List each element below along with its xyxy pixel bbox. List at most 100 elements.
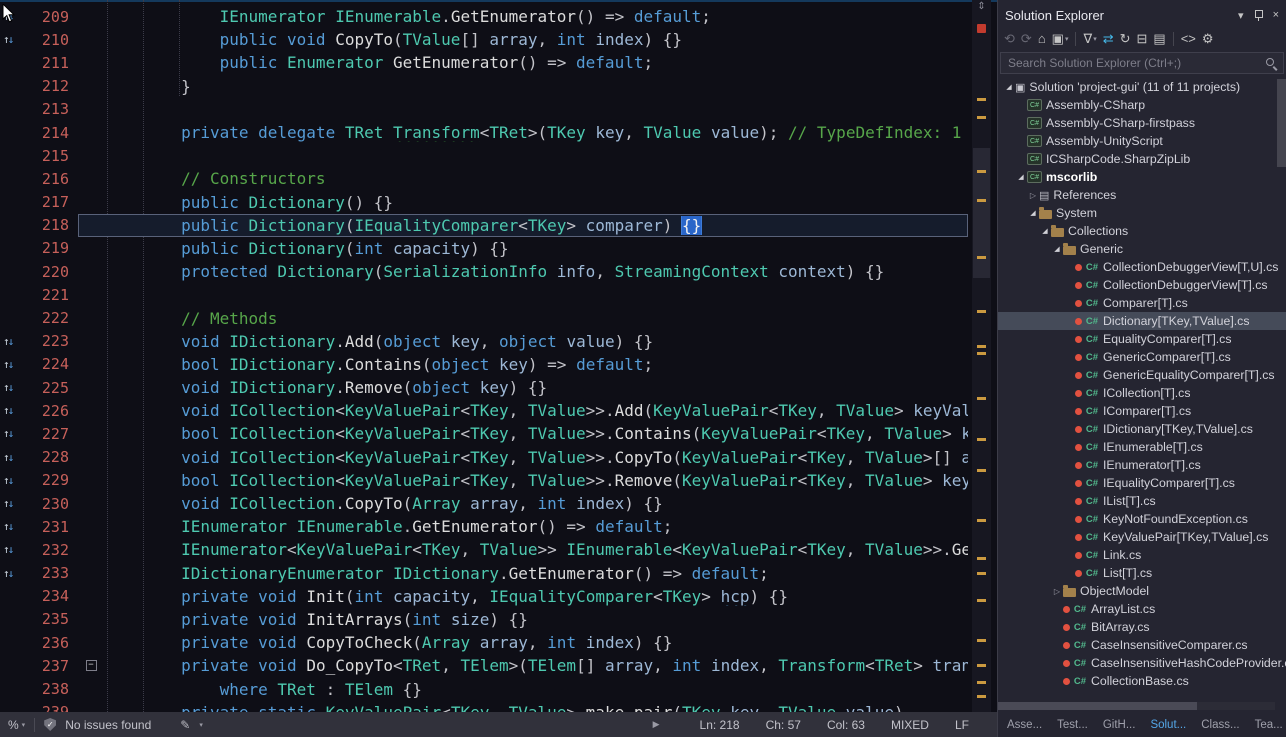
tree-item[interactable]: C#Assembly-UnityScript <box>998 132 1286 150</box>
collapse-arrow-icon[interactable]: ◢ <box>1003 83 1015 91</box>
eol-indicator[interactable]: LF <box>955 718 969 732</box>
implements-interface-icon[interactable]: ↑↓ <box>0 452 26 463</box>
switch-views-icon[interactable]: ▣▾ <box>1049 31 1072 47</box>
tree-item[interactable]: C#Assembly-CSharp-firstpass <box>998 114 1286 132</box>
line-number[interactable]: 221 <box>26 286 78 304</box>
panel-tab-solut[interactable]: Solut... <box>1150 719 1186 731</box>
collapse-arrow-icon[interactable]: ◢ <box>1051 245 1063 253</box>
line-number[interactable]: 212 <box>26 77 78 95</box>
panel-tab-gith[interactable]: GitH... <box>1103 719 1136 731</box>
line-number[interactable]: 229 <box>26 471 78 489</box>
scrollbar-thumb[interactable] <box>998 702 1197 710</box>
implements-interface-icon[interactable]: ↑↓ <box>0 568 26 579</box>
expand-arrow-icon[interactable]: ▷ <box>1027 191 1039 200</box>
search-input[interactable] <box>1006 55 1265 71</box>
tree-item[interactable]: C#IEnumerator[T].cs <box>998 456 1286 474</box>
line-number[interactable]: 228 <box>26 448 78 466</box>
filter-icon[interactable]: ∇▾ <box>1080 31 1099 47</box>
collapse-arrow-icon[interactable]: ◢ <box>1015 173 1027 181</box>
line-number[interactable]: 211 <box>26 54 78 72</box>
auto-hide-pin-icon[interactable] <box>1254 9 1263 22</box>
line-number[interactable]: 226 <box>26 402 78 420</box>
line-number[interactable]: 238 <box>26 680 78 698</box>
search-box[interactable] <box>1000 52 1284 74</box>
tree-item[interactable]: C#Dictionary[TKey,TValue].cs <box>998 312 1286 330</box>
search-icon[interactable] <box>1265 57 1278 70</box>
line-number[interactable]: 210 <box>26 31 78 49</box>
code-line[interactable]: ↑↓227 bool ICollection<KeyValuePair<TKey… <box>0 422 972 445</box>
code-line[interactable]: ↑↓228 void ICollection<KeyValuePair<TKey… <box>0 446 972 469</box>
tree-item[interactable]: C#KeyValuePair[TKey,TValue].cs <box>998 528 1286 546</box>
implements-interface-icon[interactable]: ↑↓ <box>0 475 26 486</box>
implements-interface-icon[interactable]: ↑↓ <box>0 428 26 439</box>
line-number[interactable]: 219 <box>26 239 78 257</box>
indent-mode-indicator[interactable]: MIXED <box>891 718 929 732</box>
caret-right-icon[interactable]: ▶ <box>653 719 660 730</box>
line-number[interactable]: 237 <box>26 657 78 675</box>
code-line[interactable]: 219 public Dictionary(int capacity) {} <box>0 237 972 260</box>
forward-icon[interactable]: ⟳ <box>1018 31 1035 47</box>
line-number[interactable]: 236 <box>26 634 78 652</box>
code-line[interactable]: 211 public Enumerator GetEnumerator() =>… <box>0 51 972 74</box>
line-number[interactable]: 230 <box>26 495 78 513</box>
tree-item[interactable]: ◢▣Solution 'project-gui' (11 of 11 proje… <box>998 78 1286 96</box>
code-line[interactable]: 217 public Dictionary() {} <box>0 191 972 214</box>
collapse-all-icon[interactable]: ⊟ <box>1134 31 1151 47</box>
tree-item[interactable]: C#CollectionBase.cs <box>998 672 1286 690</box>
code-line[interactable]: 218 public Dictionary(IEqualityComparer<… <box>0 214 972 237</box>
tree-vertical-scrollbar[interactable] <box>1277 79 1286 167</box>
line-number[interactable]: 217 <box>26 193 78 211</box>
implements-interface-icon[interactable]: ↑↓ <box>0 336 26 347</box>
code-line[interactable]: 222 // Methods <box>0 306 972 329</box>
refresh-icon[interactable]: ↻ <box>1117 31 1134 47</box>
tree-item[interactable]: C#KeyNotFoundException.cs <box>998 510 1286 528</box>
zoom-control[interactable]: % ▾ <box>8 718 25 732</box>
tree-item[interactable]: C#IComparer[T].cs <box>998 402 1286 420</box>
outlining-margin[interactable]: − <box>78 660 104 671</box>
tree-item[interactable]: ◢C#mscorlib <box>998 168 1286 186</box>
code-line[interactable]: ↑↓232 IEnumerator<KeyValuePair<TKey, TVa… <box>0 538 972 561</box>
column-indicator[interactable]: Col: 63 <box>827 718 865 732</box>
code-line[interactable]: ↑↓209 IEnumerator IEnumerable.GetEnumera… <box>0 5 972 28</box>
line-number[interactable]: 235 <box>26 610 78 628</box>
code-line[interactable]: 215 <box>0 144 972 167</box>
line-number[interactable]: 220 <box>26 263 78 281</box>
line-number[interactable]: 216 <box>26 170 78 188</box>
line-number[interactable]: 209 <box>26 8 78 26</box>
char-indicator[interactable]: Ch: 57 <box>766 718 801 732</box>
code-line[interactable]: ↑↓226 void ICollection<KeyValuePair<TKey… <box>0 399 972 422</box>
tree-item[interactable]: C#GenericComparer[T].cs <box>998 348 1286 366</box>
code-line[interactable]: 235 private void InitArrays(int size) {} <box>0 608 972 631</box>
line-number[interactable]: 233 <box>26 564 78 582</box>
tree-item[interactable]: C#CollectionDebuggerView[T].cs <box>998 276 1286 294</box>
implements-interface-icon[interactable]: ↑↓ <box>0 359 26 370</box>
tree-item[interactable]: C#ICollection[T].cs <box>998 384 1286 402</box>
code-line[interactable]: 214 private delegate TRet Transform<TRet… <box>0 121 972 144</box>
tree-item[interactable]: C#CollectionDebuggerView[T,U].cs <box>998 258 1286 276</box>
tree-item[interactable]: C#CaseInsensitiveComparer.cs <box>998 636 1286 654</box>
back-icon[interactable]: ⟲ <box>1001 31 1018 47</box>
code-line[interactable]: 234 private void Init(int capacity, IEqu… <box>0 585 972 608</box>
scrollbar-splitter-icon[interactable]: ⇕ <box>972 0 991 14</box>
code-line[interactable]: ↑↓231 IEnumerator IEnumerable.GetEnumera… <box>0 515 972 538</box>
implements-interface-icon[interactable]: ↑↓ <box>0 498 26 509</box>
tree-item[interactable]: ◢Collections <box>998 222 1286 240</box>
panel-tab-asse[interactable]: Asse... <box>1007 719 1042 731</box>
tree-item[interactable]: C#List[T].cs <box>998 564 1286 582</box>
code-line[interactable]: 236 private void CopyToCheck(Array array… <box>0 631 972 654</box>
tree-item[interactable]: C#IEnumerable[T].cs <box>998 438 1286 456</box>
code-line[interactable]: 220 protected Dictionary(SerializationIn… <box>0 260 972 283</box>
health-check-icon[interactable]: ✓ <box>44 718 56 731</box>
expand-arrow-icon[interactable]: ▷ <box>1051 587 1063 596</box>
code-line[interactable]: 213 <box>0 98 972 121</box>
code-line[interactable]: ↑↓230 void ICollection.CopyTo(Array arra… <box>0 492 972 515</box>
line-number[interactable]: 232 <box>26 541 78 559</box>
panel-tab-tea[interactable]: Tea... <box>1255 719 1283 731</box>
tree-item[interactable]: C#CaseInsensitiveHashCodeProvider.cs <box>998 654 1286 672</box>
line-number[interactable]: 218 <box>26 216 78 234</box>
line-number[interactable]: 231 <box>26 518 78 536</box>
tree-item[interactable]: C#ICSharpCode.SharpZipLib <box>998 150 1286 168</box>
line-number[interactable]: 225 <box>26 379 78 397</box>
implements-interface-icon[interactable]: ↑↓ <box>0 34 26 45</box>
code-line[interactable]: 221 <box>0 283 972 306</box>
